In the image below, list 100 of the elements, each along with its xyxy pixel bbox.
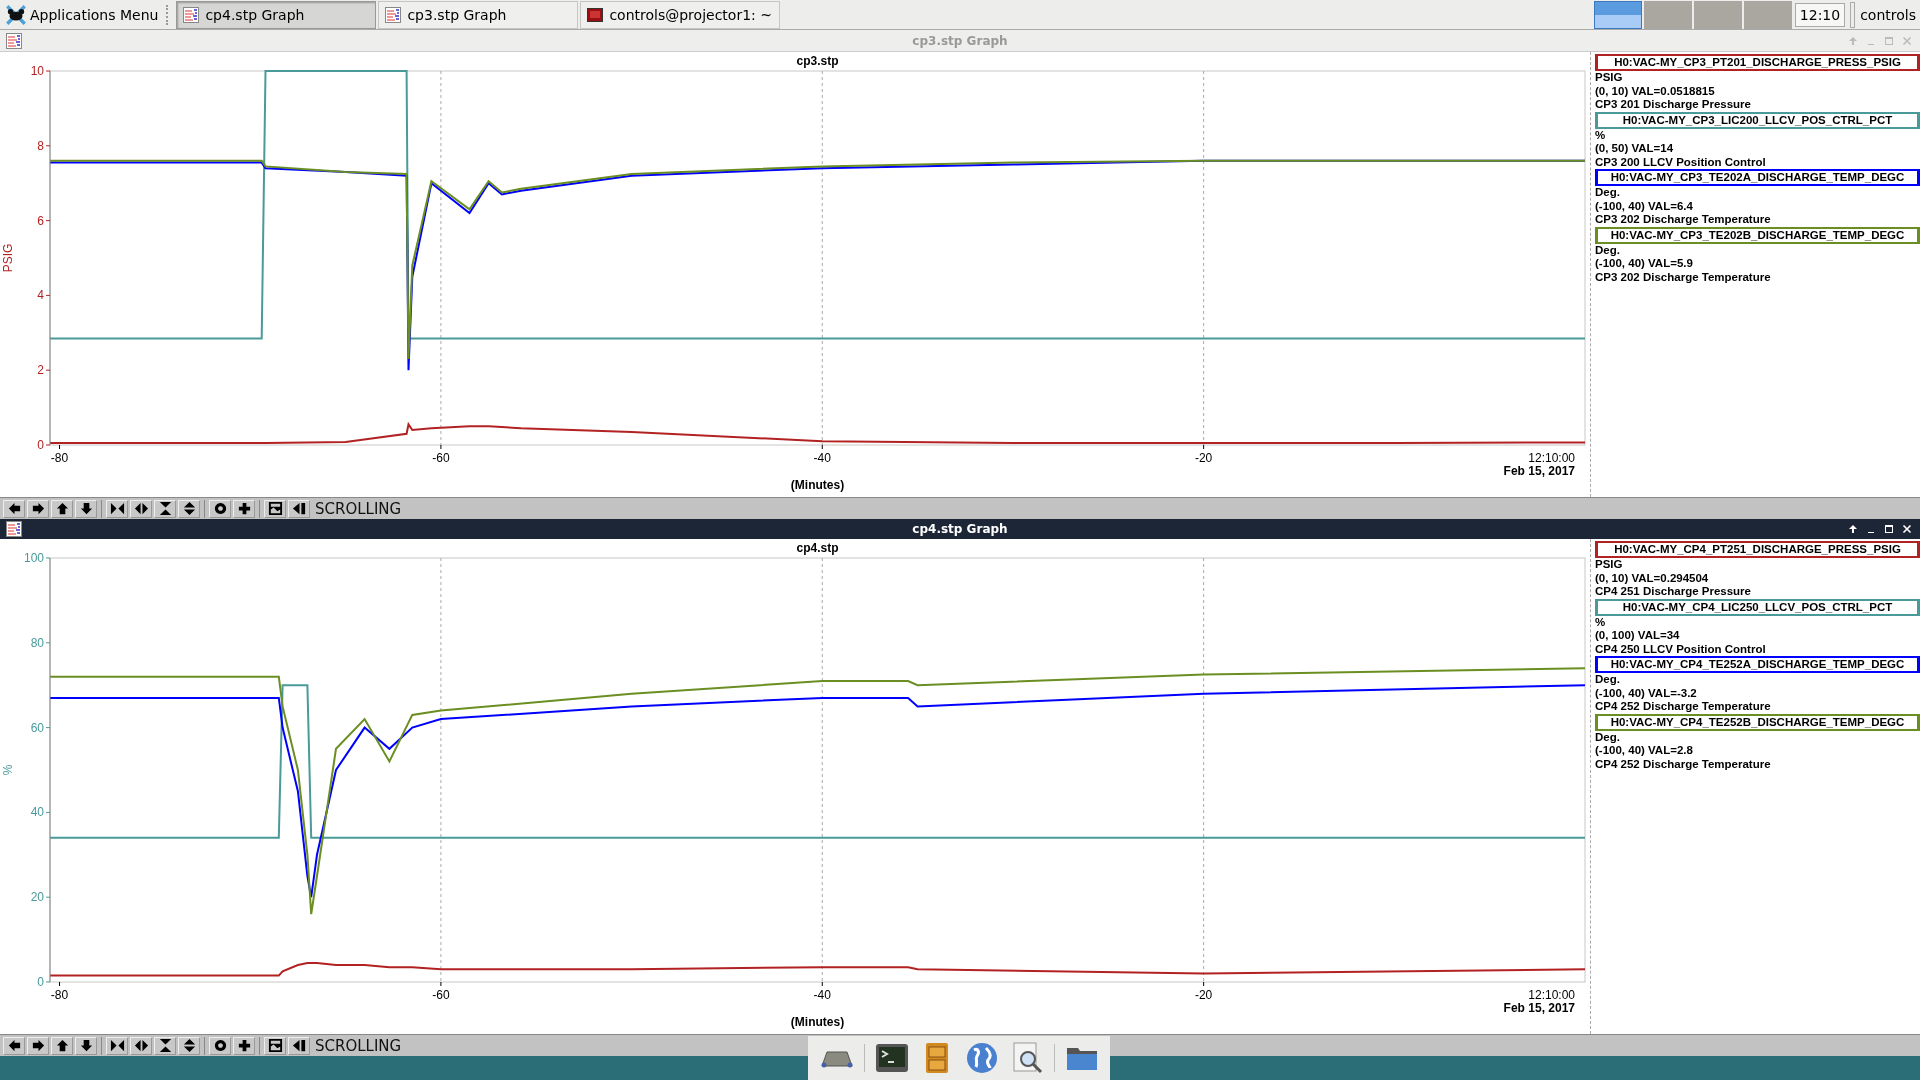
outward-triangles-icon xyxy=(133,1038,149,1053)
legend-description: CP3 201 Discharge Pressure xyxy=(1595,98,1752,112)
legend-range-value: (-100, 40) VAL=2.8 xyxy=(1595,744,1694,758)
graph-window-icon xyxy=(385,6,402,23)
ring-icon xyxy=(212,1038,228,1053)
right-arrow-icon xyxy=(30,1038,46,1053)
left-arrow-icon xyxy=(6,1038,22,1053)
toolbar-button[interactable] xyxy=(288,1036,310,1055)
maximize-icon[interactable] xyxy=(1884,524,1894,534)
legend-pv-label[interactable]: H0:VAC-MY_CP3_TE202B_DISCHARGE_TEMP_DEGC xyxy=(1595,226,1920,244)
taskbar-button[interactable]: controls@projector1: ~ xyxy=(580,0,781,29)
legend-range-value: (0, 10) VAL=0.0518815 xyxy=(1595,84,1716,98)
legend-pv-label[interactable]: H0:VAC-MY_CP4_LIC250_LLCV_POS_CTRL_PCT xyxy=(1595,598,1920,616)
legend-description: CP3 202 Discharge Temperature xyxy=(1595,270,1772,284)
window-title: cp4.stp Graph xyxy=(912,522,1008,536)
x-tick-label: -80 xyxy=(50,988,69,1002)
ring-icon xyxy=(212,501,228,516)
legend-pv-label[interactable]: H0:VAC-MY_CP3_PT201_DISCHARGE_PRESS_PSIG xyxy=(1595,54,1920,71)
legend-pv-label[interactable]: H0:VAC-MY_CP3_LIC200_LLCV_POS_CTRL_PCT xyxy=(1595,111,1920,129)
toolbar-button[interactable] xyxy=(209,1036,231,1055)
up-arrow-icon xyxy=(54,1038,70,1053)
outward-triangles-icon xyxy=(133,501,149,516)
legend-pv-label[interactable]: H0:VAC-MY_CP4_PT251_DISCHARGE_PRESS_PSIG xyxy=(1595,541,1920,558)
legend-pv-label[interactable]: H0:VAC-MY_CP4_TE252A_DISCHARGE_TEMP_DEGC xyxy=(1595,656,1920,673)
end-time: 12:10:00 xyxy=(1528,451,1575,465)
y-axis-tick: 8 xyxy=(37,138,51,153)
arrow-to-bar-icon xyxy=(291,501,307,516)
legend-pv-label[interactable]: H0:VAC-MY_CP3_TE202A_DISCHARGE_TEMP_DEGC xyxy=(1595,169,1920,186)
y-tick-label: 20 xyxy=(30,890,45,905)
legend-units: Deg. xyxy=(1595,186,1621,200)
terminal-icon xyxy=(587,6,604,23)
y-tick-label: 80 xyxy=(30,635,45,650)
workspace-switcher-cell[interactable] xyxy=(1643,0,1692,29)
y-tick-label: 60 xyxy=(30,720,45,735)
legend-pv-label[interactable]: H0:VAC-MY_CP4_TE252B_DISCHARGE_TEMP_DEGC xyxy=(1595,713,1920,731)
toolbar-button[interactable] xyxy=(154,1036,176,1055)
y-axis-tick: 80 xyxy=(30,635,51,650)
x-tick-label: -40 xyxy=(813,988,832,1002)
toolbar-button[interactable] xyxy=(233,1036,255,1055)
legend-range-value: (-100, 40) VAL=6.4 xyxy=(1595,199,1694,213)
x-tick-label: -80 xyxy=(50,451,69,465)
toolbar-button[interactable] xyxy=(51,499,73,518)
chart-title: cp4.stp xyxy=(796,541,839,555)
toolbar-button[interactable] xyxy=(178,1036,200,1055)
left-arrow-icon xyxy=(6,501,22,516)
window-title: cp3.stp Graph xyxy=(912,33,1008,48)
toolbar-button[interactable] xyxy=(75,1036,97,1055)
taskbar-button[interactable]: cp4.stp Graph xyxy=(176,0,377,29)
workspace-switcher-cell[interactable] xyxy=(1743,0,1792,29)
toolbar-button[interactable] xyxy=(106,1036,128,1055)
inward-triangles-icon xyxy=(109,501,125,516)
vertical-triangles-icon xyxy=(157,1038,173,1053)
graph-window-icon[interactable] xyxy=(6,32,22,49)
workspace-switcher-cell[interactable] xyxy=(1593,0,1642,29)
toolbar-button[interactable] xyxy=(130,499,152,518)
toolbar-button[interactable] xyxy=(264,1036,286,1055)
legend-range-value: (-100, 40) VAL=5.9 xyxy=(1595,257,1694,271)
toolbar-button[interactable] xyxy=(75,499,97,518)
toolbar-button[interactable] xyxy=(288,499,310,518)
wave-icon xyxy=(267,1038,283,1053)
toolbar-button[interactable] xyxy=(27,1036,49,1055)
toolbar-button[interactable] xyxy=(3,1036,25,1055)
workspace-switcher-cell[interactable] xyxy=(1693,0,1742,29)
y-axis-tick: 20 xyxy=(30,890,51,905)
applications-menu-button[interactable]: Applications Menu xyxy=(0,0,163,29)
toolbar-button[interactable] xyxy=(106,499,128,518)
y-axis-tick: 10 xyxy=(30,64,51,78)
plus-icon xyxy=(236,1038,252,1053)
toolbar-button[interactable] xyxy=(3,499,25,518)
y-tick-label: 6 xyxy=(37,213,45,228)
toolbar-button[interactable] xyxy=(51,1036,73,1055)
toolbar-button[interactable] xyxy=(209,499,231,518)
toolbar-button[interactable] xyxy=(130,1036,152,1055)
legend-units: PSIG xyxy=(1595,71,1624,85)
up-arrow-icon[interactable] xyxy=(1848,524,1858,534)
user-name[interactable]: controls xyxy=(1860,6,1920,23)
legend-units: % xyxy=(1595,615,1607,629)
y-axis-tick: 100 xyxy=(23,551,51,565)
toolbar-button[interactable] xyxy=(27,499,49,518)
x-axis-tick: -60 xyxy=(432,981,450,1002)
x-axis-tick: -80 xyxy=(50,981,69,1002)
graph-window-icon xyxy=(183,6,200,23)
vertical-triangles-icon xyxy=(157,501,173,516)
y-axis-tick: 0 xyxy=(37,438,51,452)
y-tick-label: 2 xyxy=(37,363,45,378)
toolbar-button[interactable] xyxy=(154,499,176,518)
graph-window-icon[interactable] xyxy=(6,521,22,537)
toolbar-button[interactable] xyxy=(233,499,255,518)
legend-description: CP4 252 Discharge Temperature xyxy=(1595,757,1772,771)
legend-range-value: (-100, 40) VAL=-3.2 xyxy=(1595,686,1698,700)
taskbar-button[interactable]: cp3.stp Graph xyxy=(378,0,579,29)
legend-units: Deg. xyxy=(1595,730,1621,744)
toolbar-button[interactable] xyxy=(264,499,286,518)
legend-description: CP3 202 Discharge Temperature xyxy=(1595,213,1772,227)
chart-title: cp3.stp xyxy=(796,54,839,68)
y-axis-tick: 2 xyxy=(37,363,51,378)
legend-range-value: (0, 50) VAL=14 xyxy=(1595,142,1675,156)
x-axis-label: (Minutes) xyxy=(790,1015,845,1029)
toolbar-button[interactable] xyxy=(178,499,200,518)
legend-units: Deg. xyxy=(1595,673,1621,687)
